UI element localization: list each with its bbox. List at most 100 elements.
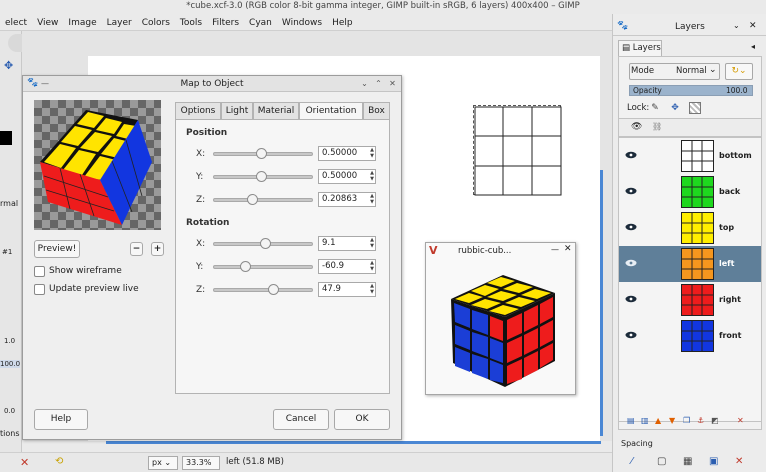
preview-button[interactable]: Preview! [34,240,80,258]
delete-layer-icon[interactable]: ✕ [737,416,744,425]
image-icon[interactable]: ▣ [709,456,718,467]
layer-row-top[interactable]: top [619,210,761,246]
ok-button[interactable]: OK [334,409,390,430]
menu-cyan[interactable]: Cyan [244,14,277,30]
tab-options[interactable]: Options [175,102,221,119]
lower-layer-icon[interactable]: ▼ [669,416,675,425]
mode-reset-button[interactable]: ↻⌄ [725,63,753,80]
spin-arrows-icon[interactable]: ▲ ▼ [370,283,374,295]
spin-arrows-icon[interactable]: ▲ ▼ [370,193,374,205]
lock-alpha-icon[interactable] [689,102,701,114]
position-y-label: Y: [196,172,204,182]
menu-view[interactable]: View [32,14,63,30]
zoom-in-button[interactable]: + [151,242,164,256]
rotation-y-slider[interactable] [213,265,313,269]
dialog-close-icon[interactable]: ✕ [387,79,398,90]
layer-row-back[interactable]: back [619,174,761,210]
spin-arrows-icon[interactable]: ▲ ▼ [370,147,374,159]
layer-row-right[interactable]: right [619,282,761,318]
show-wireframe-checkbox[interactable] [34,266,45,277]
reset-icon[interactable]: ⟲ [55,456,63,467]
rotation-x-input[interactable]: 9.1 ▲ ▼ [318,236,376,251]
zoom-select[interactable]: 33.3% [182,456,220,470]
scroll-indicator[interactable] [600,170,603,436]
rotation-x-knob[interactable] [260,238,271,249]
grid-lines [682,141,713,171]
lock-pixels-icon[interactable]: ✎ [649,102,661,114]
rotation-y-knob[interactable] [240,261,251,272]
eye-icon[interactable] [625,223,637,231]
tab-orientation[interactable]: Orientation [299,102,363,120]
rubbic-close[interactable]: ✕ [564,244,572,254]
dialog-titlebar[interactable]: Map to Object [23,76,401,92]
mode-select[interactable]: Normal ⌄ [629,63,720,80]
dock-minimize-icon[interactable]: ⌄ [733,21,740,30]
eye-icon[interactable] [625,295,637,303]
lock-position-icon[interactable]: ✥ [669,102,681,114]
layer-thumbnail-left [681,248,714,280]
mask-icon[interactable]: ◩ [711,416,719,425]
fg-color-swatch[interactable] [0,131,12,145]
eye-icon[interactable] [625,151,637,159]
menu-image[interactable]: Image [63,14,101,30]
unit-select[interactable]: px ⌄ [148,456,178,470]
update-preview-checkbox[interactable] [34,284,45,295]
position-z-knob[interactable] [247,194,258,205]
rotation-y-input[interactable]: -60.9 ▲ ▼ [318,259,376,274]
position-y-knob[interactable] [256,171,267,182]
new-layer-icon[interactable]: ▤ [627,416,635,425]
new-group-icon[interactable]: ▥ [641,416,649,425]
rubbic-minimize[interactable]: — [551,245,559,254]
rubbic-window[interactable]: V rubbic-cub... — ✕ [425,242,576,395]
map-to-object-dialog[interactable]: Map to Object 🐾 — ⌄ ⌃ ✕ Preview! − + Sho… [22,75,402,440]
layer-row-front[interactable]: front [619,318,761,354]
menu-layer[interactable]: Layer [102,14,137,30]
position-z-slider[interactable] [213,198,313,202]
tab-box[interactable]: Box [363,102,390,119]
menu-help[interactable]: Help [327,14,358,30]
position-x-knob[interactable] [256,148,267,159]
rotation-z-slider[interactable] [213,288,313,292]
position-y-input[interactable]: 0.50000 ▲ ▼ [318,169,376,184]
cancel-button[interactable]: Cancel [273,409,329,430]
position-x-input[interactable]: 0.50000 ▲ ▼ [318,146,376,161]
close-x-icon[interactable]: ✕ [735,456,743,467]
eye-icon[interactable] [625,259,637,267]
position-z-input[interactable]: 0.20863 ▲ ▼ [318,192,376,207]
new-image-icon[interactable]: ▢ [657,456,666,467]
raise-layer-icon[interactable]: ▲ [655,416,661,425]
rotation-z-knob[interactable] [268,284,279,295]
spin-arrows-icon[interactable]: ▲ ▼ [370,260,374,272]
menu-colors[interactable]: Colors [137,14,175,30]
rotation-z-input[interactable]: 47.9 ▲ ▼ [318,282,376,297]
layer-row-left[interactable]: left [619,246,761,282]
film-icon[interactable]: ▦ [683,456,692,467]
zoom-out-button[interactable]: − [130,242,143,256]
eye-icon[interactable] [625,331,637,339]
move-tool-icon[interactable]: ✥ [4,59,17,72]
dialog-menu-icon[interactable]: — [41,79,49,88]
layer-row-bottom[interactable]: bottom [619,138,761,174]
dialog-minimize-icon[interactable]: ⌄ [359,79,370,90]
menu-tools[interactable]: Tools [175,14,207,30]
spin-arrows-icon[interactable]: ▲ ▼ [370,237,374,249]
eye-icon[interactable] [625,187,637,195]
tab-layers[interactable]: ▤ Layers [618,40,662,56]
cancel-x-icon[interactable]: ✕ [20,456,29,469]
help-button[interactable]: Help [34,409,88,430]
spin-arrows-icon[interactable]: ▲ ▼ [370,170,374,182]
tab-light[interactable]: Light [221,102,253,119]
dialog-maximize-icon[interactable]: ⌃ [373,79,384,90]
duplicate-layer-icon[interactable]: ❐ [683,416,690,425]
menu-filters[interactable]: Filters [207,14,244,30]
layer-name: front [719,331,742,340]
tab-material[interactable]: Material [253,102,299,119]
dock-menu-icon[interactable]: ◂ [751,42,755,51]
pencil-icon[interactable]: ⁄ [631,456,633,467]
anchor-layer-icon[interactable]: ⚓ [697,416,704,425]
horizontal-scroll[interactable] [106,441,601,444]
menu-windows[interactable]: Windows [277,14,327,30]
menu-select[interactable]: elect [0,14,32,30]
opacity-slider[interactable]: Opacity 100.0 [629,85,753,96]
dock-close-icon[interactable]: ✕ [749,21,757,31]
